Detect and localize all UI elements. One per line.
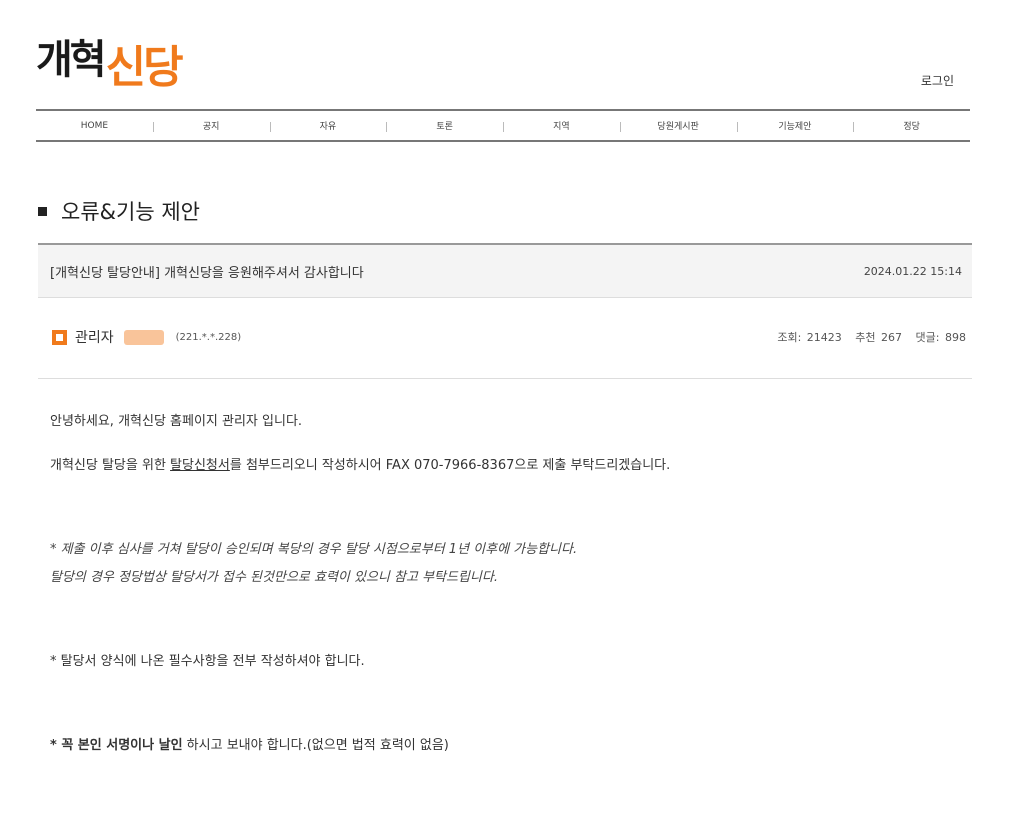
withdrawal-form-link[interactable]: 탈당신청서 [170, 458, 230, 473]
nav-item-feature-suggest[interactable]: 기능제안 [736, 119, 854, 132]
nav-item-notice[interactable]: 공지 [152, 119, 270, 132]
comments-count: 898 [945, 331, 966, 344]
meta-divider [38, 378, 972, 379]
note-signature-bold: * 꼭 본인 서명이나 날인 [50, 738, 183, 753]
body-instruction: 개혁신당 탈당을 위한 탈당신청서를 첨부드리오니 작성하시어 FAX 070-… [50, 454, 670, 473]
post-stats: 조회: 21423 추천 267 댓글: 898 [777, 331, 966, 344]
views-label: 조회 [777, 331, 798, 344]
author-level-badge [123, 329, 164, 345]
comments-label: 댓글 [915, 331, 936, 344]
recommend-label: 추천 [855, 331, 876, 344]
post-datetime: 2024.01.22 15:14 [863, 264, 962, 278]
section-title-text: 오류&기능 제안 [61, 200, 200, 224]
note-signature-rest: 하시고 보내야 합니다.(없으면 법적 효력이 없음) [182, 738, 449, 753]
post-author[interactable]: 관리자 [75, 327, 114, 347]
nav-item-free[interactable]: 자유 [269, 119, 387, 132]
author-ip: (221.*.*.228) [175, 331, 242, 343]
views-count: 21423 [806, 331, 842, 344]
login-link[interactable]: 로그인 [921, 72, 954, 89]
body-instruction-post: 를 첨부드리오니 작성하시어 FAX 070-7966-8367으로 제출 부탁… [229, 458, 671, 473]
main-nav: HOME 공지 자유 토론 지역 당원게시판 기능제안 정당 [36, 109, 970, 142]
recommend-count: 267 [881, 331, 903, 344]
post-meta: 관리자 (221.*.*.228) 조회: 21423 추천 267 댓글: 8… [38, 322, 972, 352]
logo-text-part2: 신당 [105, 42, 184, 93]
note-approval-line2: 탈당의 경우 정당법상 탈당서가 접수 된것만으로 효력이 있으니 참고 부탁드… [50, 570, 498, 585]
logo-text-part1: 개혁 [36, 37, 107, 83]
nav-item-debate[interactable]: 토론 [386, 119, 503, 132]
post-header: [개혁신당 탈당안내] 개혁신당을 응원해주셔서 감사합니다 2024.01.2… [38, 243, 972, 298]
nav-item-party[interactable]: 정당 [853, 119, 970, 132]
nav-item-member-board[interactable]: 당원게시판 [619, 119, 737, 132]
section-title: 오류&기능 제안 [38, 196, 200, 226]
note-approval-line1: * 제출 이후 심사를 거쳐 탈당이 승인되며 복당의 경우 탈당 시점으로부터… [50, 542, 578, 557]
body-greeting: 안녕하세요, 개혁신당 홈페이지 관리자 입니다. [50, 414, 303, 429]
nav-item-home[interactable]: HOME [36, 121, 153, 131]
site-logo[interactable]: 개혁 신당 [36, 22, 184, 93]
note-required-fields: * 탈당서 양식에 나온 필수사항을 전부 작성하셔야 합니다. [50, 654, 365, 669]
post-title: [개혁신당 탈당안내] 개혁신당을 응원해주셔서 감사합니다 [50, 265, 364, 281]
nav-item-region[interactable]: 지역 [503, 119, 620, 132]
note-signature: * 꼭 본인 서명이나 날인 하시고 보내야 합니다.(없으면 법적 효력이 없… [50, 734, 449, 753]
square-bullet-icon [38, 206, 47, 216]
admin-icon [52, 329, 67, 345]
body-instruction-pre: 개혁신당 탈당을 위한 [50, 458, 171, 473]
